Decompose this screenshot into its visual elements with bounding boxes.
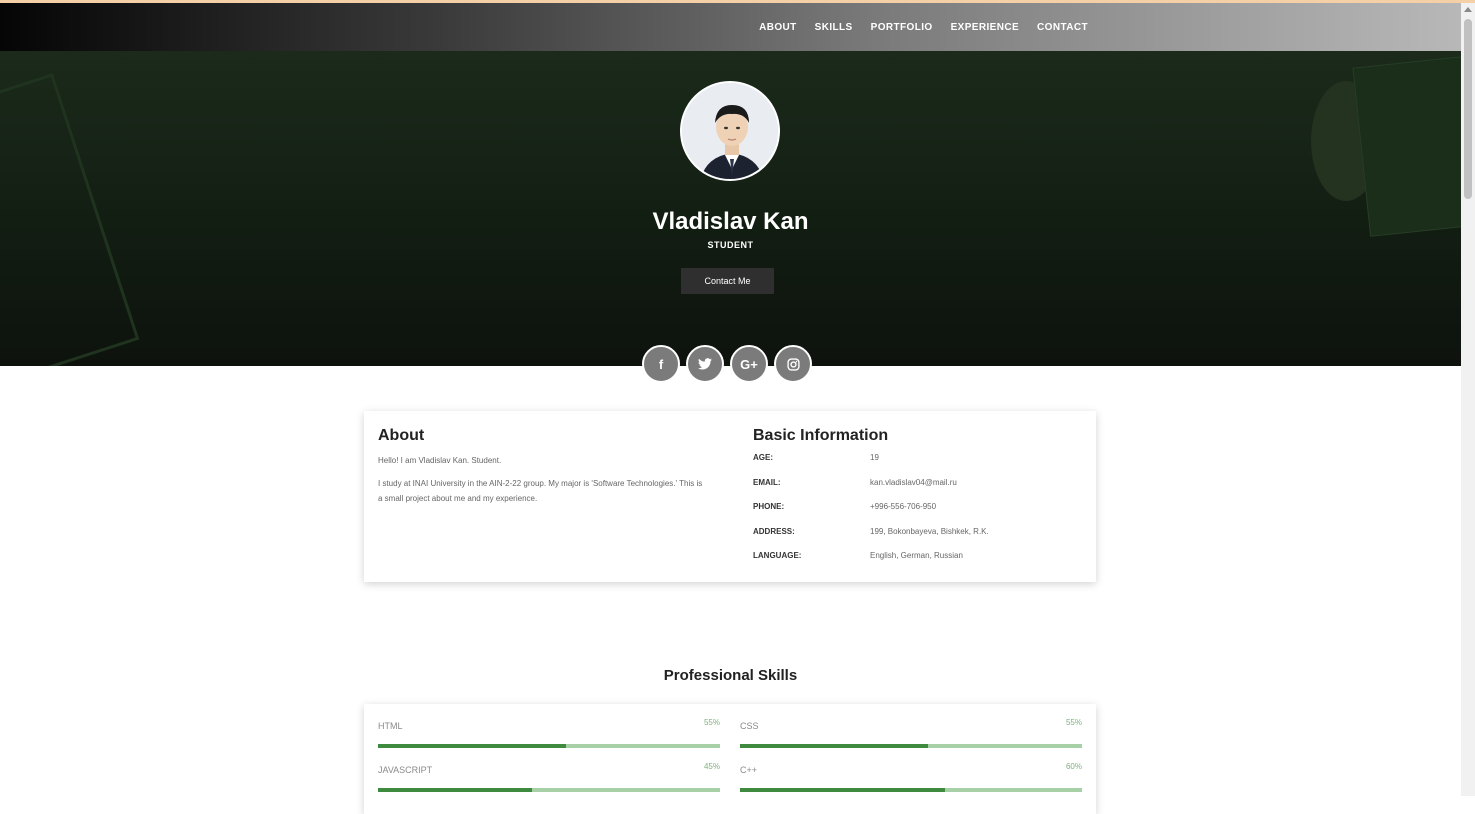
about-paragraph: Hello! I am Vladislav Kan. Student. [378,456,502,465]
skill-label: C++ [740,765,758,775]
info-key: ADDRESS: [753,526,795,536]
twitter-icon[interactable] [686,345,724,383]
skill-percent: 60% [1065,762,1082,771]
skill-percent: 55% [703,718,720,727]
basic-info-title: Basic Information [753,427,889,444]
contact-me-button[interactable]: Contact Me [681,268,774,294]
skill-label: CSS [740,721,759,731]
info-key: LANGUAGE: [753,551,802,560]
info-value: English, German, Russian [870,551,963,560]
skill-progress-bar [378,788,720,792]
skill-progress-fill [378,744,567,748]
skill-percent: 55% [1065,718,1082,727]
info-value: kan.vladislav04@mail.ru [870,477,957,487]
info-value: 199, Bokonbayeva, Bishkek, R.K. [870,526,989,536]
nav-experience[interactable]: EXPERIENCE [951,22,1019,33]
skill-percent: 45% [703,762,720,771]
about-title: About [378,427,425,444]
twitter-bird-icon [698,358,712,370]
google-plus-icon[interactable]: G+ [730,345,768,383]
about-card: About Hello! I am Vladislav Kan. Student… [364,411,1096,582]
info-value: +996-556-706-950 [870,502,937,511]
about-paragraph: I study at INAI University in the AIN-2-… [378,479,703,503]
main-nav: ABOUT SKILLS PORTFOLIO EXPERIENCE CONTAC… [759,3,1088,51]
instagram-glyph-icon [786,357,800,371]
info-row: EMAIL: kan.vladislav04@mail.ru [753,478,1083,503]
avatar [680,81,780,181]
instagram-icon[interactable] [774,345,812,383]
profile-role: STUDENT [707,240,754,250]
facebook-icon[interactable]: f [642,345,680,383]
about-section: About Hello! I am Vladislav Kan. Student… [378,427,708,514]
skill-progress-bar [740,788,1082,792]
info-row: PHONE: +996-556-706-950 [753,502,1083,527]
info-row: ADDRESS: 199, Bokonbayeva, Bishkek, R.K. [753,527,1083,552]
social-links: f G+ [642,345,812,383]
profile-name: Vladislav Kan [652,208,809,235]
nav-about[interactable]: ABOUT [759,22,797,33]
info-key: EMAIL: [753,477,781,487]
nav-contact[interactable]: CONTACT [1037,22,1088,33]
profile-photo [682,83,778,179]
scroll-up-icon[interactable] [1464,7,1472,12]
hero-section: Vladislav Kan STUDENT Contact Me [0,51,1461,366]
info-key: PHONE: [753,502,785,511]
skills-card: HTML 55% CSS 55% JAVASCRIPT 45% C++ 60% [364,704,1096,814]
info-row: AGE: 19 [753,453,1083,478]
skill-progress-bar [378,744,720,748]
skill-progress-fill [378,788,532,792]
scrollbar-thumb[interactable] [1464,19,1472,199]
nav-skills[interactable]: SKILLS [815,22,853,33]
skill-label: HTML [378,721,403,731]
skill-progress-bar [740,744,1082,748]
basic-information: Basic Information AGE: 19 EMAIL: kan.vla… [753,427,1083,576]
navbar: ABOUT SKILLS PORTFOLIO EXPERIENCE CONTAC… [0,3,1461,51]
skill-progress-fill [740,744,929,748]
page-scrollbar[interactable] [1461,3,1475,796]
skill-label: JAVASCRIPT [378,765,433,775]
info-key: AGE: [753,453,773,462]
info-row: LANGUAGE: English, German, Russian [753,551,1083,576]
nav-portfolio[interactable]: PORTFOLIO [871,22,933,33]
info-value: 19 [870,453,879,462]
skills-title: Professional Skills [663,667,798,684]
skill-progress-fill [740,788,946,792]
